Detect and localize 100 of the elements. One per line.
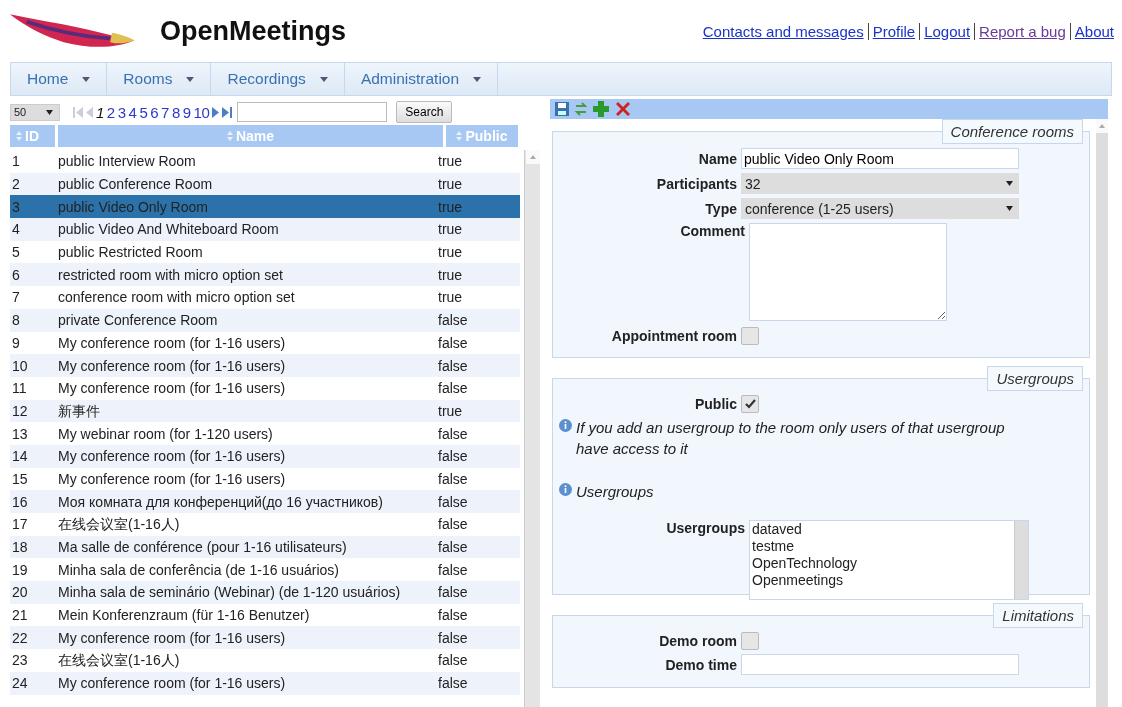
last-page-icon[interactable]	[222, 106, 233, 118]
menu-item[interactable]: Administration	[344, 63, 499, 95]
header-link[interactable]: About	[1069, 22, 1114, 40]
id-cell-text: 6	[11, 266, 21, 283]
public-cell-text: true	[438, 176, 464, 193]
first-page-icon[interactable]	[73, 106, 83, 118]
public-cell-text: true	[438, 221, 464, 238]
sort-icon	[16, 131, 22, 141]
id-cell-text: 14	[11, 448, 29, 465]
caret-icon	[82, 76, 91, 82]
table-row[interactable]: 12 新事件 true	[10, 399, 520, 423]
page-link[interactable]: 9	[182, 103, 191, 121]
id-cell-text: 7	[11, 289, 21, 306]
public-cell-text: false	[438, 675, 469, 692]
scrollbar[interactable]	[1014, 521, 1028, 599]
name-cell-text: public Video And Whiteboard Room	[58, 221, 280, 238]
table-row[interactable]: 10 My conference room (for 1-16 users) false	[10, 354, 520, 377]
participants-select[interactable]: 32	[741, 173, 1019, 194]
header-link[interactable]: Report a bug	[974, 22, 1066, 40]
id-cell-text: 4	[11, 221, 21, 238]
add-icon[interactable]	[592, 100, 610, 118]
public-checkbox[interactable]	[741, 395, 759, 413]
field-label: Name	[697, 150, 737, 167]
field-label: Appointment room	[610, 328, 737, 344]
id-cell-text: 23	[11, 652, 29, 669]
menu-item[interactable]: Recordings	[211, 63, 345, 95]
appointment-checkbox[interactable]	[741, 327, 759, 345]
demo-time-field[interactable]	[741, 654, 1019, 675]
caret-icon	[46, 109, 53, 115]
public-cell-text: false	[438, 470, 469, 487]
save-icon[interactable]	[554, 101, 570, 117]
id-cell-text: 13	[11, 425, 29, 442]
name-cell-text: My conference room (for 1-16 users)	[58, 357, 287, 374]
list-item[interactable]: OpenTechnology	[752, 555, 1014, 572]
scrollbar[interactable]	[524, 150, 540, 707]
table-row[interactable]: 16 Моя комната для конференций(до 16 участников) false	[10, 490, 520, 513]
public-cell-text: false	[438, 425, 469, 442]
page-link[interactable]: 2	[106, 103, 115, 121]
page-link[interactable]: 5	[139, 103, 148, 121]
name-cell-text: Ma salle de conférence (pour 1-16 utilisateurs)	[58, 539, 348, 556]
page-link[interactable]: 3	[117, 103, 126, 121]
table-row[interactable]: 4 public Video And Whiteboard Room true	[10, 218, 520, 241]
previous-page-icon[interactable]	[86, 106, 93, 118]
info-icon	[559, 419, 572, 432]
page-link[interactable]: 4	[128, 103, 137, 121]
page-link[interactable]: 8	[171, 103, 180, 121]
section-legend: Conference rooms	[941, 119, 1083, 144]
id-cell-text: 18	[11, 539, 29, 556]
table-row[interactable]: 8 private Conference Room false	[10, 308, 520, 332]
page-link[interactable]: 10	[193, 103, 210, 121]
id-cell-text: 11	[11, 380, 28, 397]
name-cell-text: Minha sala de seminário (Webinar) (de 1-120 usuários)	[58, 584, 402, 601]
name-field[interactable]: public Video Only Room	[741, 148, 1019, 169]
comment-field[interactable]	[749, 223, 947, 321]
public-cell-text: false	[438, 334, 469, 351]
page-link[interactable]: 1	[96, 103, 104, 121]
list-item[interactable]: dataved	[752, 521, 1014, 538]
info-text: If you add an usergroup to the room only users of that usergroup have access to it	[576, 418, 1006, 459]
id-cell-text: 5	[11, 244, 21, 261]
info-icon	[559, 483, 572, 496]
page-link[interactable]: 7	[161, 103, 169, 121]
menu-item[interactable]: Rooms	[107, 63, 212, 95]
header-link[interactable]: Profile	[867, 22, 916, 40]
list-item[interactable]: testme	[752, 538, 1014, 555]
field-label: Type	[704, 200, 737, 217]
public-cell-text: true	[438, 198, 464, 215]
table-row[interactable]: 6 restricted room with micro option set true	[10, 263, 520, 287]
table-row[interactable]: 22 My conference room (for 1-16 users) false	[10, 626, 520, 650]
sort-icon	[456, 131, 463, 141]
table-row[interactable]: 2 public Conference Room true	[10, 172, 520, 196]
page-link[interactable]: 6	[150, 103, 159, 121]
search-button[interactable]: Search	[396, 101, 453, 123]
public-cell-text: false	[438, 652, 469, 669]
name-cell-text: Minha sala de conferência (de 1-16 usuários)	[58, 561, 340, 578]
menu-item[interactable]: Home	[11, 63, 108, 95]
public-cell-text: false	[438, 539, 469, 556]
id-cell-text: 8	[11, 312, 21, 329]
header-link[interactable]: Contacts and messages	[702, 22, 864, 40]
table-row[interactable]: 18 Ma salle de conférence (pour 1-16 utilisateurs) false	[10, 535, 520, 559]
sort-icon	[226, 131, 233, 141]
id-cell-text: 22	[11, 629, 29, 646]
name-cell-text: public Conference Room	[58, 176, 214, 193]
table-row[interactable]: 24 My conference room (for 1-16 users) false	[10, 671, 520, 695]
table-row[interactable]: 20 Minha sala de seminário (Webinar) (de 1-120 usuários) false	[10, 581, 520, 604]
search-field[interactable]	[237, 102, 388, 122]
next-page-icon[interactable]	[212, 106, 220, 118]
id-cell-text: 24	[11, 675, 29, 692]
public-cell-text: false	[438, 448, 469, 465]
list-item[interactable]: Openmeetings	[752, 572, 1014, 589]
header-link[interactable]: Logout	[919, 22, 971, 40]
field-label: Participants	[655, 175, 737, 192]
id-cell-text: 1	[11, 153, 21, 170]
delete-icon[interactable]	[614, 100, 632, 118]
demo-room-checkbox[interactable]	[741, 632, 759, 650]
name-cell-text: private Conference Room	[58, 312, 219, 329]
id-cell-text: 3	[11, 198, 21, 215]
type-select[interactable]: conference (1-25 users)	[741, 198, 1019, 219]
page-size-select[interactable]: 50	[10, 103, 60, 121]
table-row[interactable]: 14 My conference room (for 1-16 users) false	[10, 444, 520, 468]
name-cell-text: conference room with micro option set	[58, 289, 296, 306]
